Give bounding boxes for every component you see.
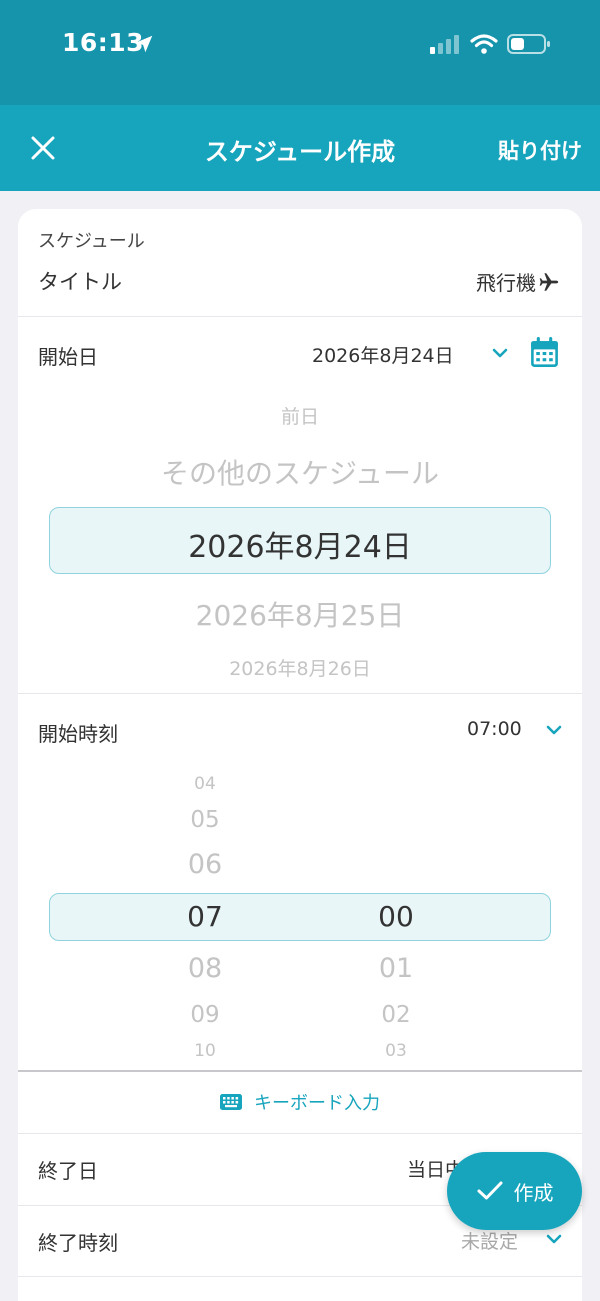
end-time-value[interactable]: 未設定: [461, 1227, 518, 1254]
divider: [18, 1276, 582, 1277]
hour-item[interactable]: 09: [165, 1002, 245, 1028]
create-button[interactable]: 作成: [447, 1152, 582, 1230]
keyboard-input-label: キーボード入力: [254, 1093, 380, 1114]
title-label: タイトル: [38, 270, 122, 294]
divider: [18, 1133, 582, 1134]
start-time-value[interactable]: 07:00: [467, 718, 522, 740]
status-bar: 16:13: [0, 0, 600, 105]
chevron-down-icon[interactable]: [544, 1232, 564, 1246]
minute-item[interactable]: 02: [356, 1002, 436, 1028]
check-icon: [477, 1181, 502, 1200]
end-time-label: 終了時刻: [38, 1231, 118, 1255]
start-time-label: 開始時刻: [38, 722, 118, 746]
hour-item[interactable]: 06: [165, 849, 245, 880]
divider: [18, 316, 582, 317]
end-date-label: 終了日: [38, 1159, 98, 1183]
section-label: スケジュール: [38, 231, 145, 252]
schedule-form-card: スケジュール タイトル 飛行機 開始日 2026年8月24日 前日 その他のスケ…: [18, 209, 582, 1301]
signal-icon: [430, 35, 459, 54]
create-label: 作成: [513, 1180, 554, 1205]
status-time: 16:13: [62, 28, 145, 57]
minute-item[interactable]: 01: [356, 953, 436, 984]
hour-item[interactable]: 08: [165, 953, 245, 984]
time-picker-selection: [49, 893, 551, 941]
divider: [18, 693, 582, 694]
date-picker-item[interactable]: その他のスケジュール: [18, 452, 582, 492]
keyboard-input-button[interactable]: キーボード入力: [18, 1071, 582, 1133]
date-picker-item-selected[interactable]: 2026年8月24日: [18, 522, 582, 566]
date-picker-item[interactable]: 前日: [18, 402, 582, 429]
battery-icon: [507, 34, 550, 54]
hour-item-selected[interactable]: 07: [165, 900, 245, 933]
hour-item[interactable]: 05: [165, 807, 245, 833]
title-value: 飛行機: [476, 271, 536, 295]
chevron-down-icon[interactable]: [490, 346, 510, 360]
start-date-label: 開始日: [38, 345, 98, 369]
nav-bar: スケジュール作成 貼り付け: [0, 105, 600, 191]
hour-item[interactable]: 04: [165, 774, 245, 794]
hour-item[interactable]: 10: [165, 1041, 245, 1061]
paste-button[interactable]: 貼り付け: [498, 135, 582, 165]
airplane-icon: [539, 272, 559, 291]
minute-item[interactable]: 03: [356, 1041, 436, 1061]
date-picker-item[interactable]: 2026年8月26日: [18, 654, 582, 681]
start-date-value[interactable]: 2026年8月24日: [312, 341, 454, 368]
calendar-icon[interactable]: [529, 336, 560, 369]
chevron-down-icon[interactable]: [544, 723, 564, 737]
title-field[interactable]: 飛行機: [476, 267, 560, 296]
location-arrow-icon: [135, 35, 153, 53]
date-picker-item[interactable]: 2026年8月25日: [18, 594, 582, 634]
wifi-icon: [470, 34, 498, 54]
keyboard-icon: [220, 1094, 242, 1110]
minute-item-selected[interactable]: 00: [356, 900, 436, 933]
